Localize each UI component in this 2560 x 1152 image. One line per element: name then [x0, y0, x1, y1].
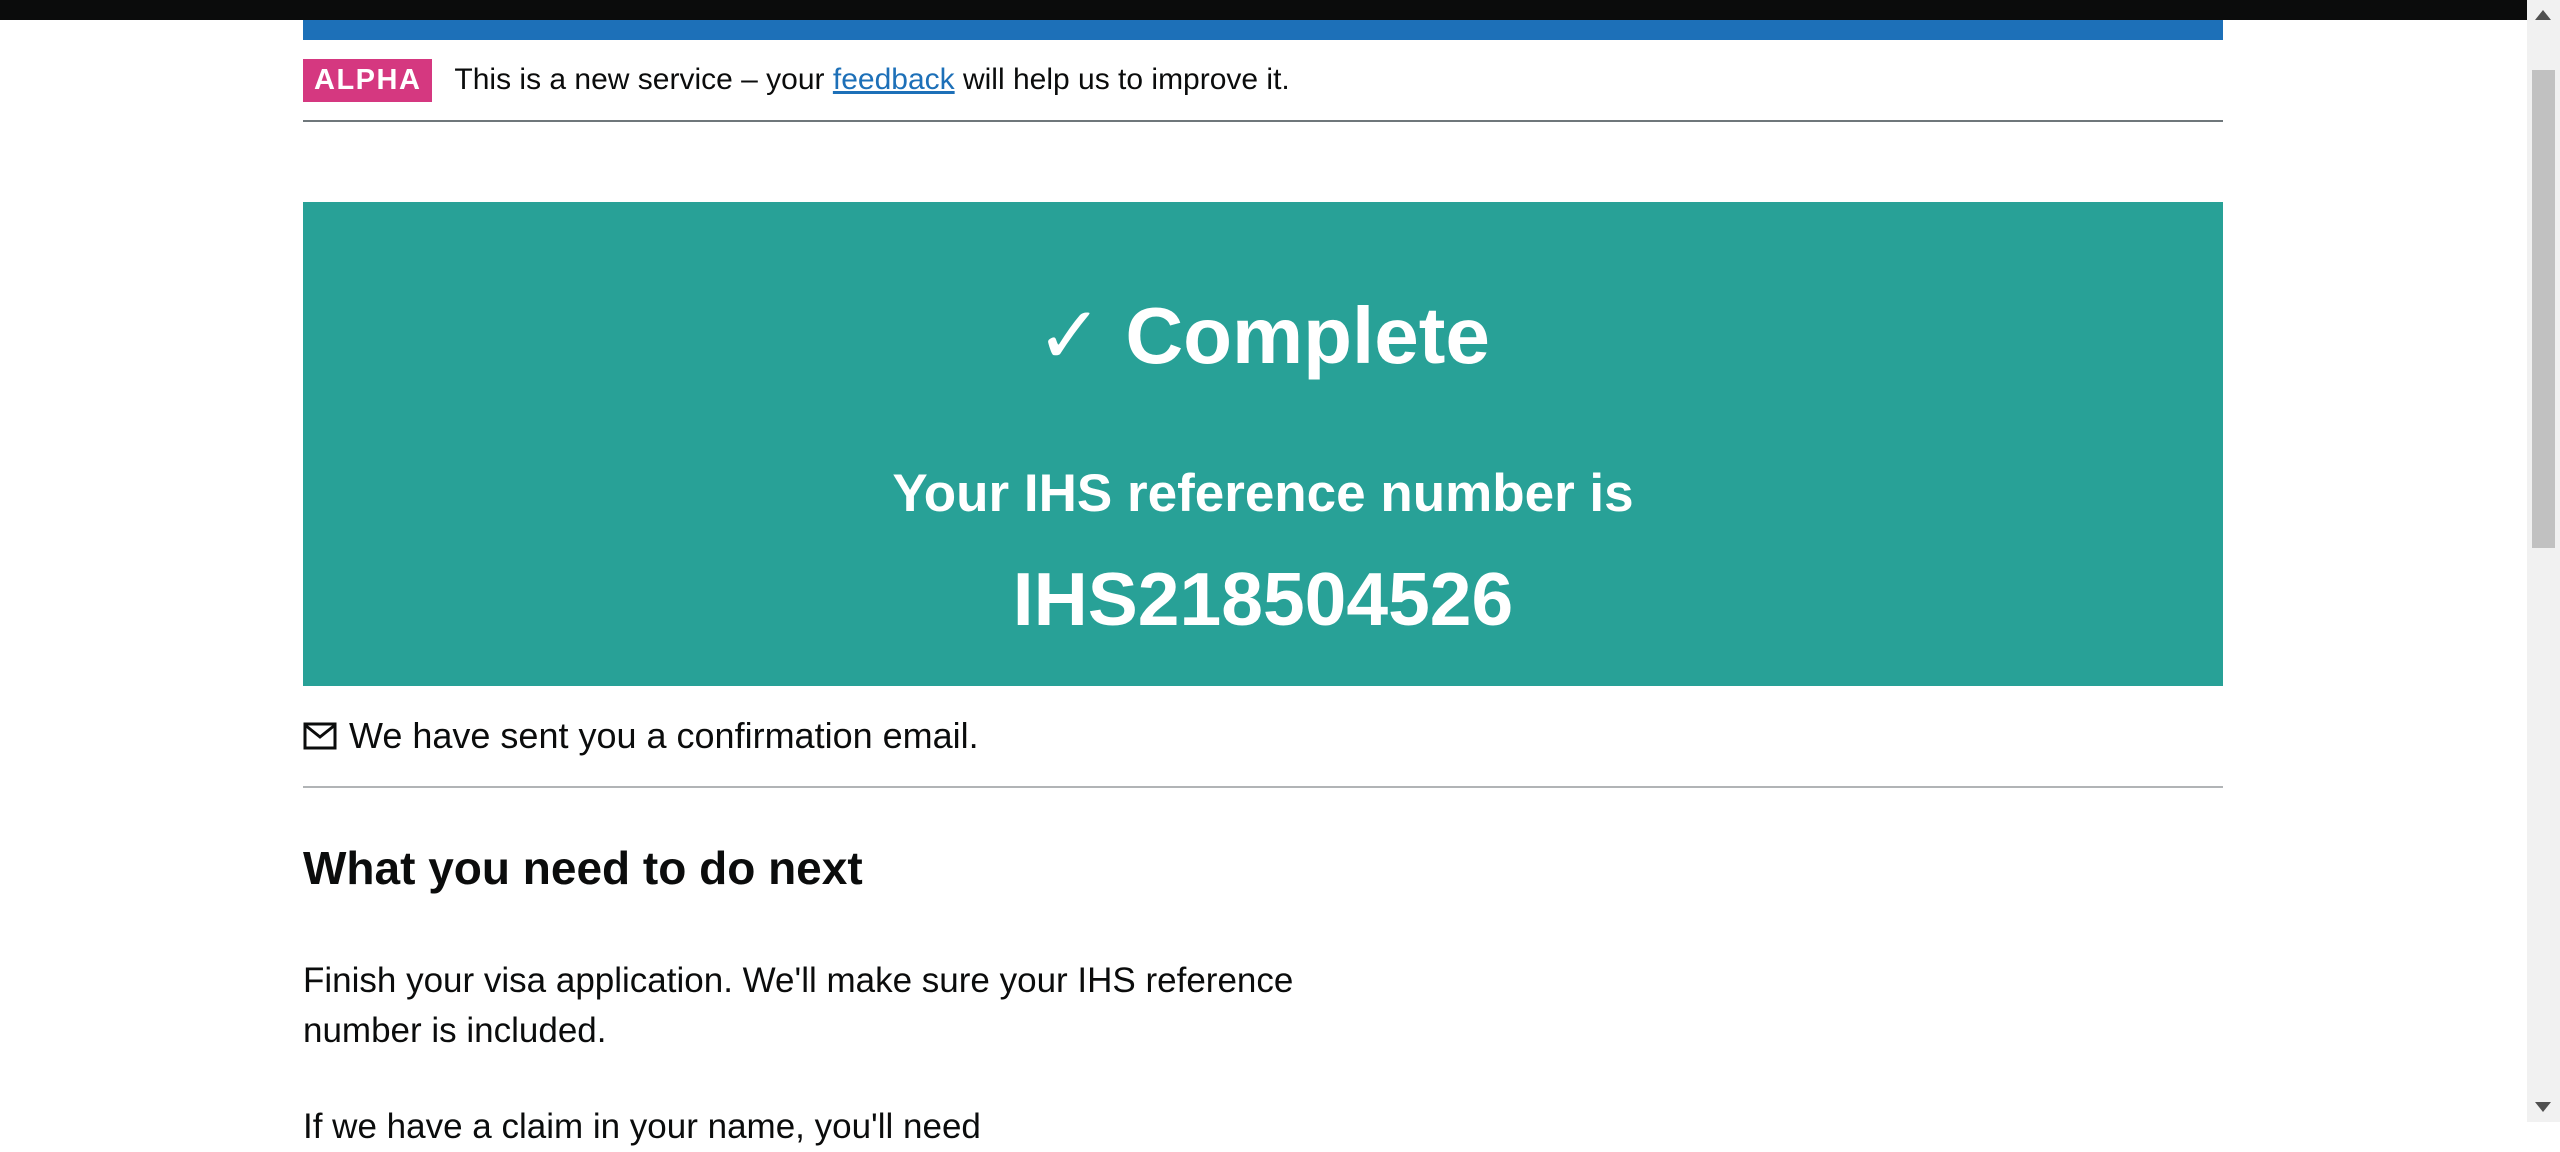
confirmation-panel: ✓ Complete Your IHS reference number is …: [303, 202, 2223, 686]
scrollbar-thumb[interactable]: [2532, 70, 2555, 548]
next-steps-paragraph-1: Finish your visa application. We'll make…: [303, 961, 1294, 1050]
email-notice-text: We have sent you a confirmation email.: [349, 715, 979, 756]
phase-text-after: will help us to improve it.: [954, 63, 1290, 96]
reference-number: IHS218504526: [1012, 557, 1514, 641]
email-notice: We have sent you a confirmation email.: [303, 686, 2223, 788]
next-steps-paragraph-2: If we have a claim in your name, you'll …: [303, 1107, 981, 1146]
next-steps-heading: What you need to do next: [303, 842, 863, 894]
feedback-link[interactable]: feedback: [833, 63, 955, 96]
phase-tag: ALPHA: [303, 58, 433, 102]
phase-banner: ALPHA This is a new service – your feedb…: [303, 40, 2223, 122]
scroll-up-icon[interactable]: [2535, 10, 2551, 20]
phase-banner-text: This is a new service – your feedback wi…: [454, 62, 1289, 98]
mail-icon: [303, 722, 337, 750]
panel-subtitle: Your IHS reference number is: [892, 464, 1634, 523]
phase-text-before: This is a new service – your: [454, 63, 833, 96]
panel-title: ✓ Complete: [1036, 291, 1490, 380]
browser-top-bar: [0, 0, 2527, 20]
scroll-down-icon[interactable]: [2535, 1102, 2551, 1112]
vertical-scrollbar[interactable]: [2527, 0, 2560, 1122]
header-blue-bar: [303, 20, 2223, 40]
